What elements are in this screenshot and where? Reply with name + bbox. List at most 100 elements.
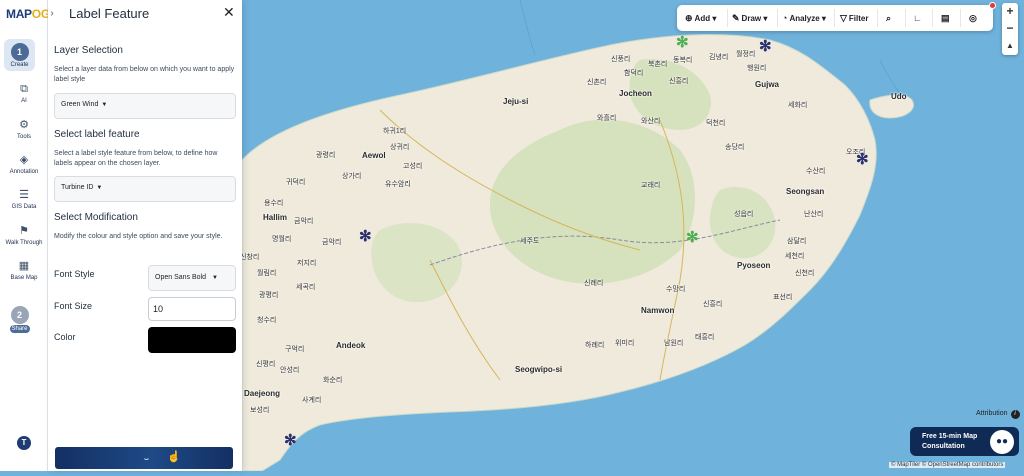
map-label: 고성리	[403, 163, 423, 170]
wind-turbine-icon[interactable]: ✻	[359, 229, 372, 244]
map-label: 저지리	[297, 260, 317, 267]
measure-button[interactable]: ∟	[913, 5, 924, 31]
step-create[interactable]: 1 Create	[4, 39, 35, 71]
map-label: 월림리	[257, 270, 277, 277]
font-style-select[interactable]: Open Sans Bold ▼	[148, 265, 236, 291]
printer-icon: ▤	[941, 13, 950, 23]
color-swatch[interactable]	[148, 327, 236, 353]
pencil-icon: ✎	[732, 13, 740, 23]
add-circle-icon: ⊕	[685, 13, 693, 23]
annotation-icon: ◈	[19, 154, 29, 166]
chat-icon[interactable]: ●●	[990, 430, 1014, 454]
map-label: 하귀1리	[383, 128, 407, 135]
loading-spinner-icon	[143, 453, 150, 460]
locate-button[interactable]: ◎	[969, 5, 979, 31]
map-label: 수망리	[666, 286, 686, 293]
sidebar-item-gis-data[interactable]: ☰ GIS Data	[0, 188, 48, 210]
map-label: Hallim	[263, 213, 288, 222]
caret-down-icon: ▼	[101, 102, 108, 108]
map-label: 명월리	[272, 236, 292, 243]
compass-icon[interactable]: ▲	[1002, 37, 1018, 54]
map-label: 안성리	[280, 367, 300, 374]
step-share[interactable]: 2 Share	[4, 302, 35, 333]
map-label: 화순리	[323, 377, 343, 384]
zoom-in-button[interactable]: +	[1002, 3, 1018, 20]
notification-dot	[989, 2, 996, 9]
map-label: Gujwa	[755, 80, 780, 89]
caret-down-icon: ▼	[211, 275, 218, 281]
layer-select[interactable]: Green Wind ▼	[54, 93, 236, 119]
map-label: 신촌리	[587, 79, 607, 86]
map-label: 성읍리	[734, 211, 754, 218]
wind-turbine-icon[interactable]: ✻	[676, 35, 689, 50]
map-label: 월정리	[736, 51, 756, 58]
label-feature-select[interactable]: Turbine ID ▼	[54, 176, 236, 202]
sidebar-item-base-map[interactable]: ▦ Base Map	[0, 259, 48, 281]
wind-turbine-icon[interactable]: ✻	[856, 152, 869, 167]
target-icon: ◎	[969, 13, 977, 23]
analyze-button[interactable]: ◔ Analyze ▾	[782, 5, 826, 31]
consultation-banner[interactable]: Free 15-min Map Consultation ●●	[910, 427, 1019, 456]
label-feature-heading: Select label feature	[54, 129, 140, 140]
map-label: 덕천리	[706, 120, 726, 127]
attribution-button[interactable]: Attribution i	[976, 410, 1020, 419]
map-toolbar: ⊕ Add ▾ ✎ Draw ▾ ◔ Analyze ▾ ▽ Filter ⌕ ∟ ▤ …	[677, 2, 996, 31]
map-label: 신흥리	[669, 78, 689, 85]
search-button[interactable]: ⌕	[886, 5, 893, 31]
map-label: 교래리	[641, 182, 661, 189]
sidebar-item-walk-through[interactable]: ⚑ Walk Through	[0, 224, 48, 246]
map-label: 사계리	[302, 397, 322, 404]
modification-description: Modify the colour and style option and s…	[54, 233, 223, 240]
map-label: 와산리	[641, 118, 661, 125]
map-label: 신평리	[256, 361, 276, 368]
close-icon[interactable]: ✕	[223, 4, 235, 21]
map-label: Namwon	[641, 306, 675, 315]
map-label: 신천리	[795, 270, 815, 277]
gis-data-icon: ☰	[19, 189, 29, 201]
sidebar-item-ai[interactable]: ⧉ AI	[0, 82, 48, 104]
font-size-input[interactable]: 10	[148, 297, 236, 321]
print-button[interactable]: ▤	[941, 5, 952, 31]
pointer-cursor-icon: ☝	[167, 451, 181, 463]
map-label: 신창리	[240, 254, 260, 261]
tools-icon: ⚙	[19, 119, 29, 131]
label-feature-panel: › Label Feature ✕ Layer Selection Select…	[48, 0, 242, 471]
filter-button[interactable]: ▽ Filter	[840, 5, 868, 31]
wind-turbine-icon[interactable]: ✻	[284, 433, 297, 448]
caret-down-icon: ▼	[96, 185, 103, 191]
map-credits: © MapTiler © OpenStreetMap contributors	[889, 462, 1006, 468]
map-label: 보성리	[250, 407, 270, 414]
map-label: 귀덕리	[286, 179, 306, 186]
walk-through-icon: ⚑	[19, 225, 29, 237]
map-label: Daejeong	[244, 389, 281, 398]
zoom-controls: + − ▲	[1002, 3, 1018, 55]
map-label: Aewol	[362, 151, 386, 160]
map-label: Andeok	[336, 341, 366, 350]
sidebar-item-annotation[interactable]: ◈ Annotation	[0, 153, 48, 175]
add-button[interactable]: ⊕ Add ▾	[685, 5, 716, 31]
map-label: 행원리	[747, 65, 767, 72]
mapog-logo[interactable]: MAPOG	[6, 7, 50, 21]
map-label: 표선리	[773, 294, 793, 301]
font-size-label: Font Size	[54, 301, 93, 311]
wind-turbine-icon[interactable]: ✻	[686, 230, 699, 245]
sidebar-item-tools[interactable]: ⚙ Tools	[0, 118, 48, 140]
map-label: 태흥리	[695, 334, 715, 341]
user-avatar[interactable]: T	[17, 436, 31, 450]
zoom-out-button[interactable]: −	[1002, 20, 1018, 37]
color-label: Color	[54, 332, 76, 342]
map-label: 하례리	[585, 342, 605, 349]
map-label: Jocheon	[619, 89, 652, 98]
map-label: 구억리	[285, 346, 305, 353]
clock-icon: ◔	[782, 13, 788, 23]
collapse-chevron-icon[interactable]: ›	[48, 6, 56, 22]
map-label: 금악리	[294, 218, 314, 225]
panel-title: Label Feature	[69, 6, 150, 21]
map-label: Jeju-si	[503, 97, 529, 106]
wind-turbine-icon[interactable]: ✻	[759, 39, 772, 54]
map-label: 위미리	[615, 340, 635, 347]
draw-button[interactable]: ✎ Draw ▾	[732, 5, 767, 31]
save-style-button[interactable]	[55, 447, 233, 469]
map-label: 북촌리	[648, 61, 668, 68]
map-label: Pyoseon	[737, 261, 771, 270]
